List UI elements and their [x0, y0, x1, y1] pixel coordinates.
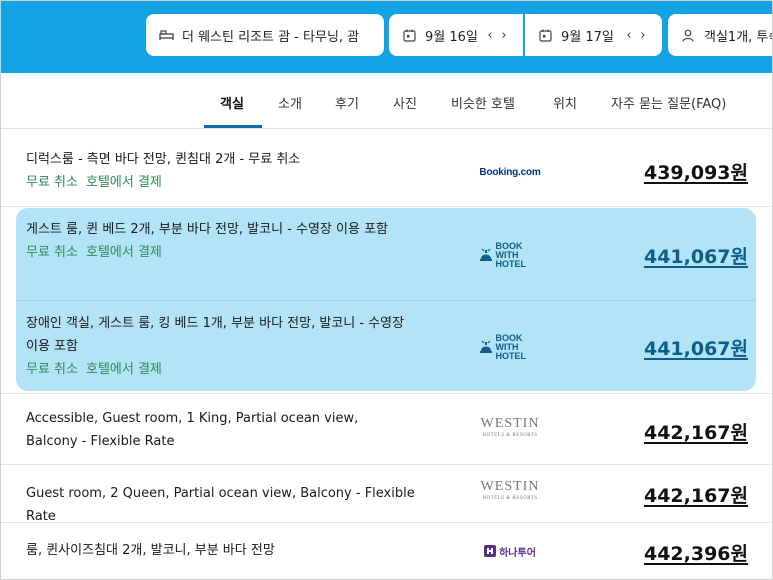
offer-price[interactable]: 442,167원 — [644, 481, 748, 508]
calendar-icon — [537, 27, 553, 43]
partner-logo: Booking.com — [470, 157, 550, 187]
tab-overview[interactable]: 소개 — [278, 93, 302, 112]
offer-price[interactable]: 442,396원 — [644, 539, 748, 566]
perk-pay-at-hotel: 호텔에서 결제 — [85, 175, 162, 190]
guests-field[interactable]: 객실1개, 투숙객 — [668, 14, 773, 56]
tab-location[interactable]: 위치 — [553, 93, 577, 112]
booking-logo-text: Booking.com — [479, 166, 541, 178]
tab-rooms[interactable]: 객실 — [220, 93, 244, 112]
perk-pay-at-hotel: 호텔에서 결제 — [85, 362, 162, 377]
partner-logo: BOOK WITH HOTEL — [470, 332, 550, 362]
guests-text: 객실1개, 투숙객 — [704, 29, 773, 45]
tab-photos[interactable]: 사진 — [393, 93, 417, 112]
perk-free-cancel: 무료 취소 — [26, 245, 78, 260]
chevron-left-icon[interactable]: ‹ — [483, 28, 497, 43]
offer-row[interactable]: 장애인 객실, 게스트 룸, 킹 베드 1개, 부분 바다 전망, 발코니 - … — [0, 301, 773, 391]
room-name: 룸, 퀸사이즈침대 2개, 발코니, 부분 바다 전망 — [26, 543, 275, 558]
offer-price[interactable]: 442,167원 — [644, 418, 748, 445]
offer-perks: 무료 취소 호텔에서 결제 — [26, 358, 411, 381]
room-name: 게스트 룸, 퀸 베드 2개, 부분 바다 전망, 발코니 - 수영장 이용 포… — [26, 222, 388, 237]
partner-logo: WESTIN HOTELS & RESORTS — [470, 415, 550, 445]
offer-price[interactable]: 441,067원 — [644, 242, 748, 269]
partner-logo: 하나투어 — [470, 536, 550, 566]
partner-logo: BOOK WITH HOTEL — [470, 240, 550, 270]
chevron-left-icon[interactable]: ‹ — [622, 28, 636, 43]
room-name: 디럭스룸 - 측면 바다 전망, 퀸침대 2개 - 무료 취소 — [26, 152, 301, 167]
hotel-search-field[interactable]: 더 웨스틴 리조트 괌 - 타무닝, 괌 — [146, 14, 384, 56]
checkin-date-text: 9월 16일 — [425, 29, 478, 45]
offer-details: 게스트 룸, 퀸 베드 2개, 부분 바다 전망, 발코니 - 수영장 이용 포… — [26, 218, 411, 264]
offer-row[interactable]: Guest room, 2 Queen, Partial ocean view,… — [0, 465, 773, 524]
westin-logo-text: WESTIN — [480, 479, 540, 494]
active-tab-indicator — [204, 125, 262, 128]
offer-price[interactable]: 441,067원 — [644, 334, 748, 361]
hanatour-logo-text: 하나투어 — [499, 547, 536, 559]
partner-logo: WESTIN HOTELS & RESORTS — [470, 478, 550, 508]
offer-price[interactable]: 439,093원 — [644, 158, 748, 185]
offer-details: 룸, 퀸사이즈침대 2개, 발코니, 부분 바다 전망 — [26, 539, 416, 562]
room-name: Guest room, 2 Queen, Partial ocean view,… — [26, 486, 415, 524]
offer-perks: 무료 취소 호텔에서 결제 — [26, 241, 411, 264]
person-icon — [680, 27, 696, 43]
tab-reviews[interactable]: 후기 — [335, 93, 359, 112]
offer-details: Guest room, 2 Queen, Partial ocean view,… — [26, 482, 416, 528]
search-bar: 더 웨스틴 리조트 괌 - 타무닝, 괌 9월 16일 ‹ › 9월 17일 ‹… — [0, 0, 773, 73]
bed-icon — [158, 27, 174, 43]
tab-faq[interactable]: 자주 묻는 질문(FAQ) — [611, 93, 726, 112]
offer-row[interactable]: 디럭스룸 - 측면 바다 전망, 퀸침대 2개 - 무료 취소 무료 취소 호텔에… — [0, 136, 773, 207]
chevron-right-icon[interactable]: › — [497, 28, 511, 43]
offer-details: Accessible, Guest room, 1 King, Partial … — [26, 407, 406, 453]
perk-free-cancel: 무료 취소 — [26, 362, 78, 377]
offer-row[interactable]: Accessible, Guest room, 1 King, Partial … — [0, 393, 773, 465]
checkout-date-field[interactable]: 9월 17일 ‹ › — [525, 14, 662, 56]
book-with-hotel-logo-text: BOOK WITH HOTEL — [495, 240, 527, 269]
westin-logo-subtext: HOTELS & RESORTS — [482, 433, 538, 438]
offer-row[interactable]: 게스트 룸, 퀸 베드 2개, 부분 바다 전망, 발코니 - 수영장 이용 포… — [0, 208, 773, 300]
checkout-date-text: 9월 17일 — [561, 29, 614, 45]
perk-pay-at-hotel: 호텔에서 결제 — [85, 245, 162, 260]
checkin-date-field[interactable]: 9월 16일 ‹ › — [389, 14, 523, 56]
offer-details: 디럭스룸 - 측면 바다 전망, 퀸침대 2개 - 무료 취소 무료 취소 호텔에… — [26, 148, 416, 194]
offer-row[interactable]: 룸, 퀸사이즈침대 2개, 발코니, 부분 바다 전망 하나투어 442,396… — [0, 523, 773, 580]
section-tabs: 객실 소개 후기 사진 비슷한 호텔 위치 자주 묻는 질문(FAQ) — [0, 73, 773, 129]
westin-logo-subtext: HOTELS & RESORTS — [482, 496, 538, 501]
perk-free-cancel: 무료 취소 — [26, 175, 78, 190]
room-name: Accessible, Guest room, 1 King, Partial … — [26, 411, 359, 449]
offer-details: 장애인 객실, 게스트 룸, 킹 베드 1개, 부분 바다 전망, 발코니 - … — [26, 312, 411, 381]
calendar-icon — [401, 27, 417, 43]
offer-perks: 무료 취소 호텔에서 결제 — [26, 171, 416, 194]
room-name: 장애인 객실, 게스트 룸, 킹 베드 1개, 부분 바다 전망, 발코니 - … — [26, 316, 405, 354]
westin-logo-text: WESTIN — [480, 416, 540, 431]
hotel-bell-icon — [479, 248, 492, 261]
chevron-right-icon[interactable]: › — [636, 28, 650, 43]
hotel-bell-icon — [479, 340, 492, 353]
tab-similar-hotels[interactable]: 비슷한 호텔 — [451, 93, 515, 112]
hotel-search-text: 더 웨스틴 리조트 괌 - 타무닝, 괌 — [182, 29, 360, 45]
hanatour-logo-icon — [484, 545, 497, 557]
book-with-hotel-logo-text: BOOK WITH HOTEL — [495, 332, 527, 361]
